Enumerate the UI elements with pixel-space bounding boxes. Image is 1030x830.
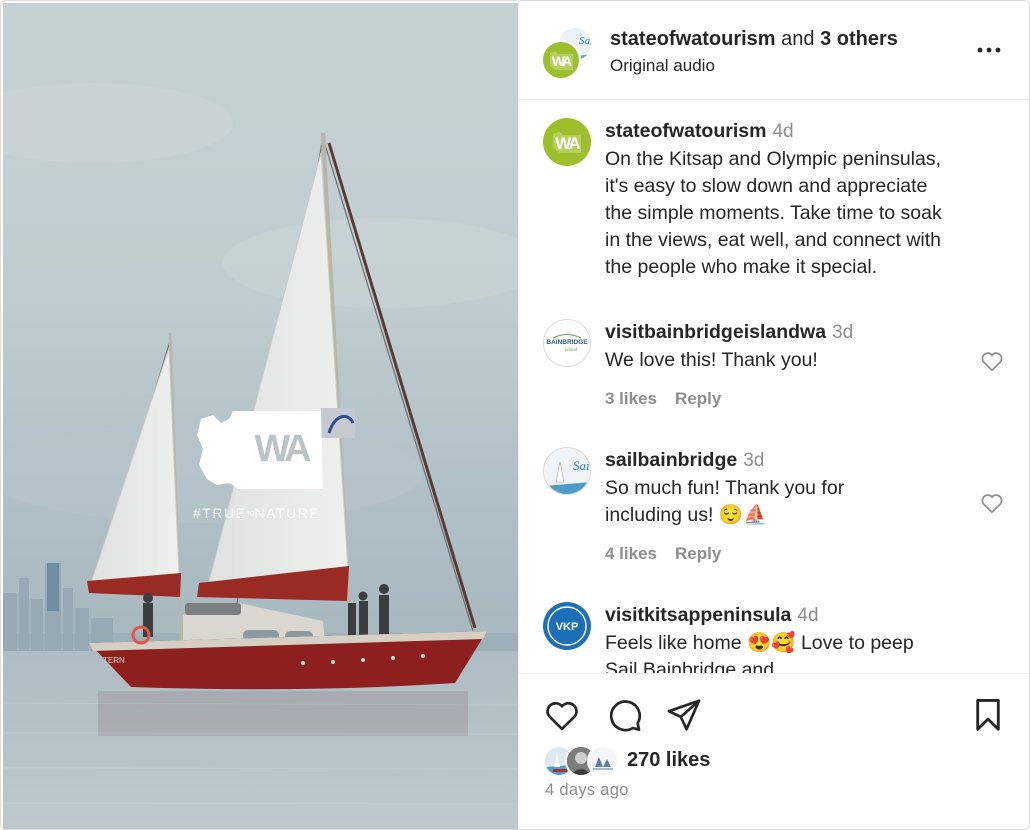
comment-2-text: So much fun! Thank you for including us!…: [605, 477, 845, 526]
collab-avatars[interactable]: Sail WA: [541, 26, 597, 82]
svg-text:WA: WA: [552, 53, 572, 69]
svg-text:WA: WA: [254, 428, 311, 470]
comment-2-username[interactable]: sailbainbridge: [605, 449, 737, 471]
post-video[interactable]: TERN WA #TRUETONATURE: [3, 3, 518, 829]
original-audio-link[interactable]: Original audio: [610, 56, 715, 76]
svg-text:Sail: Sail: [573, 458, 591, 473]
comment-1-time[interactable]: 3d: [832, 322, 853, 343]
heart-icon: [981, 352, 1003, 372]
heart-icon: [546, 701, 578, 731]
caption-avatar[interactable]: WA: [543, 118, 591, 166]
header-others-link[interactable]: 3 others: [820, 28, 898, 50]
visitkitsap-avatar[interactable]: VKP: [543, 602, 591, 650]
comment-2-reply-button[interactable]: Reply: [675, 544, 721, 563]
stateofwatourism-avatar: WA: [541, 40, 581, 80]
liker-avatar: [587, 745, 619, 777]
more-dots-icon: [977, 47, 1001, 53]
header-title: stateofwatourism and 3 others: [610, 28, 898, 50]
post-side-panel: Sail WA stateofwatourism and 3 others Or…: [518, 1, 1029, 829]
post-date[interactable]: 4 days ago: [545, 781, 629, 800]
svg-text:WA: WA: [555, 134, 580, 153]
comment-3-header: visitkitsappeninsula 4d: [605, 604, 819, 627]
svg-text:island: island: [565, 348, 578, 353]
share-icon: [667, 699, 701, 731]
heart-icon: [981, 494, 1003, 514]
comment-1-likes[interactable]: 3 likes: [605, 389, 657, 408]
comment-1-meta: 3 likes Reply: [605, 389, 739, 409]
save-button[interactable]: [969, 696, 1007, 739]
comment-1-like-button[interactable]: [979, 348, 1005, 374]
true-to-nature-hashtag: #TRUETONATURE: [193, 505, 321, 521]
likes-count[interactable]: 270 likes: [627, 749, 710, 772]
comment-icon: [609, 700, 641, 732]
caption-username[interactable]: stateofwatourism: [605, 120, 766, 142]
comment-2-likes[interactable]: 4 likes: [605, 544, 657, 563]
comment-3-text: Feels like home 😍🥰 Love to peep Sail Bai…: [605, 632, 914, 673]
like-button[interactable]: [543, 696, 581, 739]
comments-list[interactable]: WA stateofwatourism 4d On the Kitsap and …: [519, 101, 1029, 673]
comment-2-like-button[interactable]: [979, 490, 1005, 516]
visitbainbridge-avatar[interactable]: BAINBRIDGE island: [543, 319, 591, 367]
more-options-button[interactable]: [974, 35, 1004, 65]
caption-text: On the Kitsap and Olympic peninsulas, it…: [605, 148, 942, 278]
comment-2-meta: 4 likes Reply: [605, 544, 739, 564]
wa-state-logo: WA: [193, 405, 353, 495]
comment-3-time[interactable]: 4d: [797, 605, 818, 626]
post-header: Sail WA stateofwatourism and 3 others Or…: [519, 1, 1029, 100]
comment-1-text: We love this! Thank you!: [605, 349, 818, 371]
sailbainbridge-comment-avatar[interactable]: Sail: [543, 447, 591, 495]
header-username[interactable]: stateofwatourism: [610, 28, 776, 50]
comment-button[interactable]: [605, 696, 643, 739]
share-button[interactable]: [665, 696, 703, 739]
bookmark-icon: [976, 699, 1000, 731]
svg-text:Sail: Sail: [579, 35, 593, 47]
comment-1-reply-button[interactable]: Reply: [675, 389, 721, 408]
post-action-bar: 270 likes 4 days ago: [519, 673, 1029, 829]
comment-1-username[interactable]: visitbainbridgeislandwa: [605, 321, 826, 343]
caption-time[interactable]: 4d: [772, 121, 793, 142]
caption-header: stateofwatourism 4d: [605, 120, 794, 143]
instagram-post: TERN WA #TRUETONATURE Sail: [0, 0, 1030, 830]
svg-text:VKP: VKP: [556, 621, 579, 633]
liker-avatars[interactable]: [543, 745, 623, 779]
comment-2-time[interactable]: 3d: [743, 450, 764, 471]
svg-text:BAINBRIDGE: BAINBRIDGE: [546, 339, 588, 346]
comment-3-username[interactable]: visitkitsappeninsula: [605, 604, 791, 626]
washington-state-icon: WA: [197, 411, 323, 489]
comment-1-header: visitbainbridgeislandwa 3d: [605, 321, 853, 344]
svg-text:TERN: TERN: [103, 656, 125, 665]
comment-2-header: sailbainbridge 3d: [605, 449, 764, 472]
